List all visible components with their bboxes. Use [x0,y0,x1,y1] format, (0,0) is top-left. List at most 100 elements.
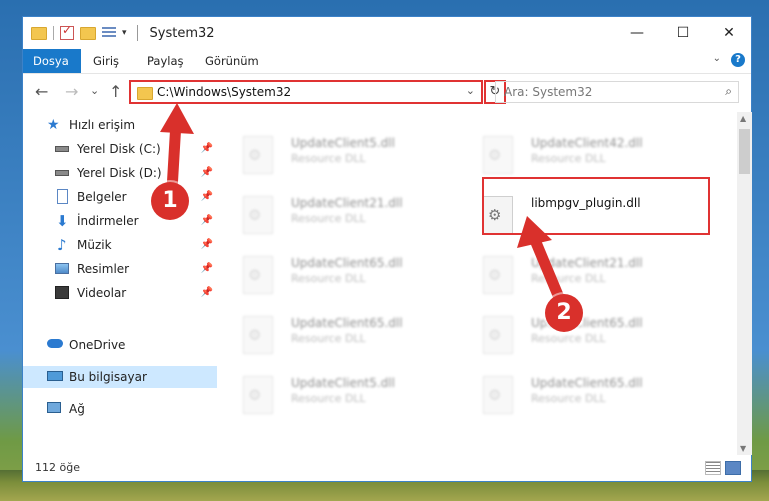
window-title: System32 [149,25,215,41]
file-name: UpdateClient65.dll [291,256,403,270]
file-item[interactable]: ⚙ UpdateClient65.dll Resource DLL [483,312,703,366]
tab-home[interactable]: Giriş [83,49,129,73]
pin-icon[interactable]: 📌 [201,162,213,184]
search-box[interactable]: Ara: System32 ⌕ [495,81,739,103]
pin-icon[interactable]: 📌 [201,210,213,232]
scroll-down-icon[interactable]: ▼ [740,444,746,453]
file-type: Resource DLL [531,272,606,285]
sidebar-item-label: Yerel Disk (D:) [77,166,162,180]
toolbar-divider [53,26,54,40]
sidebar-item-label: Ağ [69,402,85,416]
file-item[interactable]: ⚙ UpdateClient5.dll Resource DLL [243,372,463,426]
status-bar: 112 öğe [23,455,751,482]
navigation-bar: ← → ⌄ ↑ C:\Windows\System32 ⌄ ↻ Ara: Sys… [23,74,751,110]
address-bar[interactable]: C:\Windows\System32 ⌄ [129,80,483,104]
gear-icon: ⚙ [248,146,262,164]
sidebar-item-label: Bu bilgisayar [69,370,147,384]
tab-file[interactable]: Dosya [23,49,81,73]
help-icon[interactable]: ? [731,53,745,67]
cloud-icon [47,339,63,348]
star-icon: ★ [47,117,60,133]
recent-locations-icon[interactable]: ⌄ [90,84,99,97]
gear-icon: ⚙ [248,206,262,224]
gear-icon: ⚙ [248,326,262,344]
address-path[interactable]: C:\Windows\System32 [157,85,291,99]
sidebar-item-videos[interactable]: Videolar 📌 [23,282,217,304]
file-item[interactable]: ⚙ UpdateClient5.dll Resource DLL [243,132,463,186]
file-name: UpdateClient65.dll [531,376,643,390]
sidebar-item-this-pc[interactable]: Bu bilgisayar [23,366,217,388]
gear-icon: ⚙ [248,386,262,404]
gear-icon: ⚙ [488,386,502,404]
file-item[interactable]: ⚙ UpdateClient21.dll Resource DLL [483,252,703,306]
file-item[interactable]: ⚙ UpdateClient65.dll Resource DLL [243,252,463,306]
drive-icon [55,146,69,152]
file-type: Resource DLL [291,272,366,285]
forward-arrow-icon[interactable]: → [65,82,78,101]
file-name: UpdateClient21.dll [291,196,403,210]
pin-icon[interactable]: 📌 [201,234,213,256]
callout-badge-2: 2 [545,294,583,332]
maximize-button[interactable]: ☐ [660,17,706,49]
sidebar-item-label: İndirmeler [77,214,139,228]
sidebar-item-pictures[interactable]: Resimler 📌 [23,258,217,280]
chevron-down-icon[interactable]: ⌄ [713,53,721,64]
sidebar-item-music[interactable]: ♪ Müzik 📌 [23,234,217,256]
item-count: 112 öğe [35,461,80,474]
large-icons-view-icon[interactable] [725,461,741,475]
title-divider [136,25,138,41]
folder-icon [31,26,47,40]
file-name: UpdateClient42.dll [531,136,643,150]
search-icon[interactable]: ⌕ [725,84,732,99]
file-name: UpdateClient5.dll [291,136,395,150]
file-item[interactable]: ⚙ UpdateClient65.dll Resource DLL [243,312,463,366]
file-item[interactable]: ⚙ UpdateClient65.dll Resource DLL [483,372,703,426]
minimize-button[interactable]: — [614,17,660,49]
network-icon [47,402,61,413]
file-type: Resource DLL [291,332,366,345]
file-type: Resource DLL [531,332,606,345]
music-icon: ♪ [57,236,67,254]
file-name: UpdateClient5.dll [291,376,395,390]
new-folder-icon[interactable] [80,26,96,40]
sidebar-item-network[interactable]: Ağ [23,398,217,420]
vertical-scrollbar[interactable]: ▲ ▼ [737,112,752,455]
sidebar-item-label: Resimler [77,262,130,276]
pictures-icon [55,263,69,274]
scrollbar-thumb[interactable] [739,129,750,174]
search-input[interactable]: Ara: System32 [504,85,592,99]
pin-icon[interactable]: 📌 [201,282,213,304]
tab-view[interactable]: Görünüm [195,49,269,73]
sidebar-item-local-disk-c[interactable]: Yerel Disk (C:) 📌 [23,138,217,160]
chevron-down-icon[interactable]: ⌄ [466,84,475,97]
sidebar-item-onedrive[interactable]: OneDrive [23,334,217,356]
scroll-up-icon[interactable]: ▲ [740,114,746,123]
sidebar-item-label: Hızlı erişim [69,118,136,132]
tab-share[interactable]: Paylaş [137,49,194,73]
sidebar-item-local-disk-d[interactable]: Yerel Disk (D:) 📌 [23,162,217,184]
documents-icon [57,189,68,204]
quick-access-toolbar: ▾ System32 [31,23,215,41]
pin-icon[interactable]: 📌 [201,138,213,160]
sidebar-item-label: Yerel Disk (C:) [77,142,161,156]
pin-icon[interactable]: 📌 [201,186,213,208]
properties-icon[interactable] [102,27,116,39]
sidebar-item-label: Videolar [77,286,127,300]
properties-check-icon[interactable] [60,23,74,40]
up-arrow-icon[interactable]: ↑ [109,82,122,101]
title-bar: ▾ System32 — ☐ ✕ [23,17,751,49]
sidebar-item-quick-access[interactable]: ★ Hızlı erişim [23,114,217,136]
details-view-icon[interactable] [705,461,721,475]
sidebar-item-downloads[interactable]: ⬇ İndirmeler 📌 [23,210,217,232]
file-type: Resource DLL [291,212,366,225]
file-item[interactable]: ⚙ UpdateClient21.dll Resource DLL [243,192,463,246]
sidebar-item-label: OneDrive [69,338,126,352]
customize-toolbar-icon[interactable]: ▾ [122,28,127,38]
gear-icon: ⚙ [488,266,502,284]
computer-icon [47,371,63,381]
sidebar-item-label: Müzik [77,238,112,252]
sidebar-item-label: Belgeler [77,190,127,204]
pin-icon[interactable]: 📌 [201,258,213,280]
close-button[interactable]: ✕ [706,17,752,49]
back-arrow-icon[interactable]: ← [35,82,48,101]
